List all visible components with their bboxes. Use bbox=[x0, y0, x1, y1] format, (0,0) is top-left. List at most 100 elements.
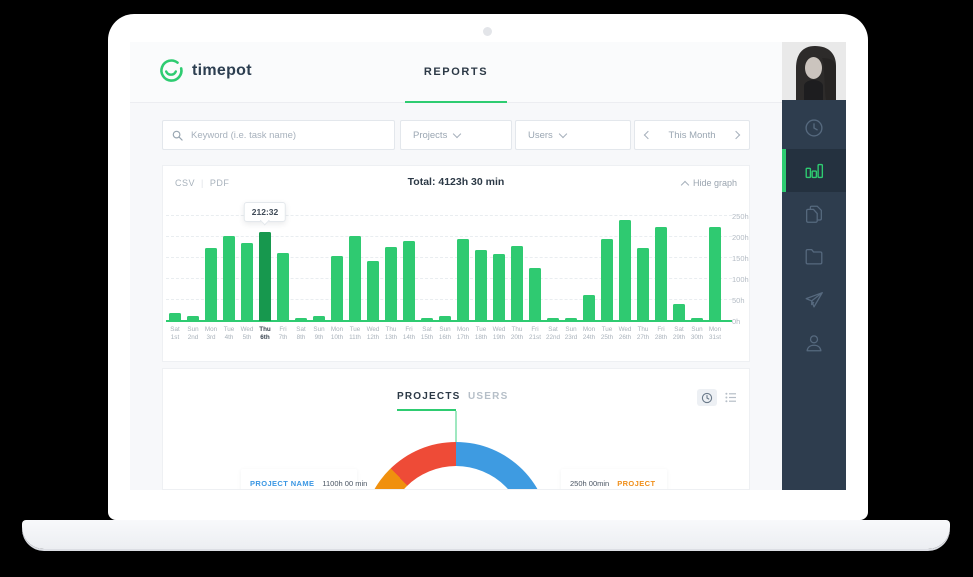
bar[interactable] bbox=[688, 216, 706, 321]
bar[interactable] bbox=[418, 216, 436, 321]
project-time-value: 250h 00min bbox=[570, 478, 610, 488]
donut-connector-line bbox=[455, 411, 457, 442]
time-view-toggle[interactable] bbox=[697, 389, 717, 406]
bar[interactable] bbox=[634, 216, 652, 321]
period-selector: This Month bbox=[634, 120, 750, 150]
donut-chart[interactable] bbox=[362, 442, 550, 489]
bar[interactable] bbox=[562, 216, 580, 321]
bar[interactable] bbox=[580, 216, 598, 321]
project-legend-row[interactable]: 250h 00min PROJECT bbox=[561, 469, 667, 489]
bar[interactable] bbox=[436, 216, 454, 321]
camera-icon bbox=[483, 27, 492, 36]
x-tick-label: Sat 22nd bbox=[545, 326, 560, 341]
y-tick-label: 0h bbox=[732, 317, 741, 326]
bar[interactable] bbox=[454, 216, 472, 321]
projects-dropdown[interactable]: Projects bbox=[400, 120, 512, 150]
tab-users[interactable]: USERS bbox=[468, 391, 508, 402]
bar[interactable] bbox=[166, 216, 184, 321]
hide-graph-button[interactable]: Hide graph bbox=[680, 178, 737, 189]
x-tick-label: Sun 23rd bbox=[564, 326, 578, 341]
users-dropdown[interactable]: Users bbox=[515, 120, 631, 150]
laptop-base bbox=[22, 520, 950, 549]
x-tick-label: Sat 8th bbox=[296, 326, 306, 341]
x-tick-label: Wed 5th bbox=[240, 326, 254, 341]
time-report-card: CSV | PDF Total: 4123h 30 min Hide graph… bbox=[162, 165, 750, 362]
sidebar-item-projects[interactable] bbox=[782, 235, 846, 278]
bar[interactable] bbox=[346, 216, 364, 321]
bar-plot: 212:32 bbox=[166, 201, 732, 322]
user-icon bbox=[806, 334, 822, 351]
x-tick-label: Sun 16th bbox=[438, 326, 452, 341]
sidebar-item-profile[interactable] bbox=[782, 321, 846, 364]
bar[interactable] bbox=[508, 216, 526, 321]
tab-projects[interactable]: PROJECTS bbox=[397, 391, 461, 402]
x-tick-label: Mon 31st bbox=[708, 326, 722, 341]
x-tick-label: Wed 12th bbox=[366, 326, 380, 341]
total-time-label: Total: 4123h 30 min bbox=[407, 176, 505, 188]
list-view-toggle[interactable] bbox=[721, 389, 741, 406]
y-tick-label: 50h bbox=[732, 296, 745, 305]
sidebar-item-documents[interactable] bbox=[782, 192, 846, 235]
bar[interactable] bbox=[616, 216, 634, 321]
laptop-screen: REPORTS timepot Keyword (i.e. task name)… bbox=[108, 14, 868, 520]
bar[interactable] bbox=[472, 216, 490, 321]
documents-icon bbox=[806, 205, 822, 223]
bar[interactable] bbox=[652, 216, 670, 321]
y-tick-label: 150h bbox=[732, 254, 749, 263]
search-icon bbox=[172, 130, 183, 141]
bar[interactable] bbox=[256, 216, 274, 321]
app-header: REPORTS timepot bbox=[130, 42, 782, 103]
bar[interactable] bbox=[310, 216, 328, 321]
chevron-right-icon[interactable] bbox=[731, 130, 741, 140]
x-axis-labels: Sat 1st Sun 2nd Mon 3rd Tue 4th Wed 5th Thu 6th Fri 7… bbox=[166, 326, 724, 342]
x-tick-label: Thu 6th bbox=[259, 326, 271, 341]
bar[interactable] bbox=[364, 216, 382, 321]
brand-logo[interactable]: timepot bbox=[158, 58, 252, 84]
breakdown-panel: PROJECTS USERS PROJECT NAME 1100h 00 min… bbox=[162, 368, 750, 490]
bar[interactable] bbox=[706, 216, 724, 321]
bar[interactable] bbox=[490, 216, 508, 321]
bar[interactable] bbox=[670, 216, 688, 321]
x-tick-label: Tue 18th bbox=[474, 326, 488, 341]
x-tick-label: Sun 9th bbox=[313, 326, 325, 341]
bar[interactable] bbox=[400, 216, 418, 321]
x-tick-label: Tue 11th bbox=[349, 326, 361, 341]
x-tick-label: Sat 29th bbox=[672, 326, 686, 341]
bar[interactable] bbox=[328, 216, 346, 321]
bar[interactable] bbox=[382, 216, 400, 321]
bar[interactable] bbox=[184, 216, 202, 321]
bar[interactable] bbox=[238, 216, 256, 321]
bar[interactable] bbox=[526, 216, 544, 321]
list-icon bbox=[725, 392, 736, 403]
bar[interactable] bbox=[292, 216, 310, 321]
sidebar bbox=[782, 42, 846, 490]
x-tick-label: Mon 3rd bbox=[204, 326, 218, 341]
sidebar-item-travel[interactable] bbox=[782, 278, 846, 321]
x-tick-label: Wed 26th bbox=[618, 326, 632, 341]
brand-name: timepot bbox=[192, 62, 252, 79]
project-time-value: 1100h 00 min bbox=[322, 478, 368, 488]
bar[interactable] bbox=[598, 216, 616, 321]
bar[interactable] bbox=[202, 216, 220, 321]
timepot-logo-icon bbox=[158, 58, 184, 84]
x-tick-label: Sat 15th bbox=[420, 326, 434, 341]
users-dropdown-label: Users bbox=[528, 129, 553, 141]
hide-graph-label: Hide graph bbox=[692, 178, 737, 188]
keyword-input[interactable] bbox=[189, 128, 394, 142]
project-legend-row[interactable]: PROJECT NAME 1100h 00 min bbox=[241, 469, 367, 489]
y-tick-label: 100h bbox=[732, 275, 749, 284]
bar[interactable] bbox=[544, 216, 562, 321]
x-tick-label: Tue 4th bbox=[223, 326, 235, 341]
bar[interactable] bbox=[274, 216, 292, 321]
bar[interactable] bbox=[220, 216, 238, 321]
bar-chart-icon bbox=[805, 163, 824, 178]
folder-icon bbox=[805, 248, 823, 265]
user-avatar[interactable] bbox=[782, 42, 846, 100]
chevron-left-icon[interactable] bbox=[643, 130, 653, 140]
sidebar-item-time[interactable] bbox=[782, 106, 846, 149]
sidebar-item-reports[interactable] bbox=[782, 149, 846, 192]
x-tick-label: Mon 10th bbox=[330, 326, 344, 341]
x-tick-label: Fri 14th bbox=[402, 326, 416, 341]
x-tick-label: Fri 28th bbox=[654, 326, 668, 341]
project-name-label: PROJECT bbox=[617, 478, 656, 488]
